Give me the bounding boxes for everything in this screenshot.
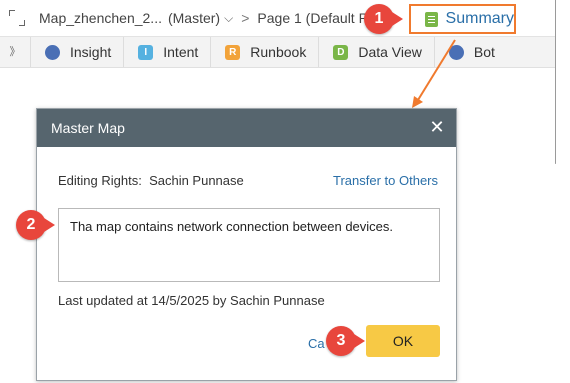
toolbar-label: Runbook (250, 44, 307, 60)
toolbar-runbook[interactable]: R Runbook (211, 37, 320, 67)
editing-rights-user: Sachin Punnase (149, 173, 244, 188)
dialog-header: Master Map ✕ (37, 109, 456, 147)
callout-number: 2 (26, 216, 36, 233)
callout-number: 3 (336, 332, 346, 349)
summary-label: Summary (445, 10, 514, 27)
map-name-tab[interactable]: Map_zhenchen_2... (39, 10, 162, 26)
ok-button[interactable]: OK (366, 325, 440, 357)
callout-marker-1: 1 (364, 4, 403, 34)
close-icon[interactable]: ✕ (428, 118, 446, 136)
summary-doc-icon (425, 11, 438, 27)
cancel-button[interactable]: Ca (308, 336, 325, 351)
map-toolbar: 》 Insight I Intent R Runbook D Data View… (0, 37, 555, 68)
runbook-icon: R (225, 44, 241, 60)
toolbar-intent[interactable]: I Intent (124, 37, 212, 67)
editing-rights: Editing Rights: Sachin Punnase (58, 173, 244, 188)
editing-rights-row: Editing Rights: Sachin Punnase Transfer … (58, 173, 438, 188)
bot-icon (448, 44, 464, 60)
insight-icon (45, 44, 60, 60)
summary-button[interactable]: Summary (409, 4, 516, 34)
master-map-dialog: Master Map ✕ Editing Rights: Sachin Punn… (36, 108, 457, 381)
toolbar-label: Data View (358, 44, 422, 60)
description-field[interactable]: Tha map contains network connection betw… (58, 208, 440, 282)
callout-marker-3: 3 (326, 326, 365, 356)
collapse-toolbar-icon[interactable]: 》 (0, 37, 31, 67)
expand-icon[interactable] (9, 10, 25, 26)
callout-marker-2: 2 (16, 210, 55, 240)
toolbar-label: Insight (70, 44, 112, 60)
toolbar-insight[interactable]: Insight (31, 37, 125, 67)
data-view-icon: D (333, 44, 349, 60)
toolbar-label: Bot (473, 44, 495, 60)
toolbar-bot[interactable]: Bot (435, 37, 507, 67)
toolbar-label: Intent (163, 44, 199, 60)
dialog-title: Master Map (51, 120, 125, 136)
chevron-right-icon: > (241, 10, 250, 26)
map-mode-label: (Master) (167, 10, 221, 26)
last-updated-text: Last updated at 14/5/2025 by Sachin Punn… (58, 293, 325, 308)
editing-rights-label: Editing Rights: (58, 173, 142, 188)
page-tab[interactable]: Page 1 (Default P (257, 10, 368, 26)
toolbar-data-view[interactable]: D Data View (319, 37, 435, 67)
intent-icon: I (138, 44, 154, 60)
callout-number: 1 (374, 10, 384, 27)
chevron-down-icon[interactable]: ⌵ (224, 11, 233, 26)
transfer-to-others-link[interactable]: Transfer to Others (333, 173, 438, 188)
